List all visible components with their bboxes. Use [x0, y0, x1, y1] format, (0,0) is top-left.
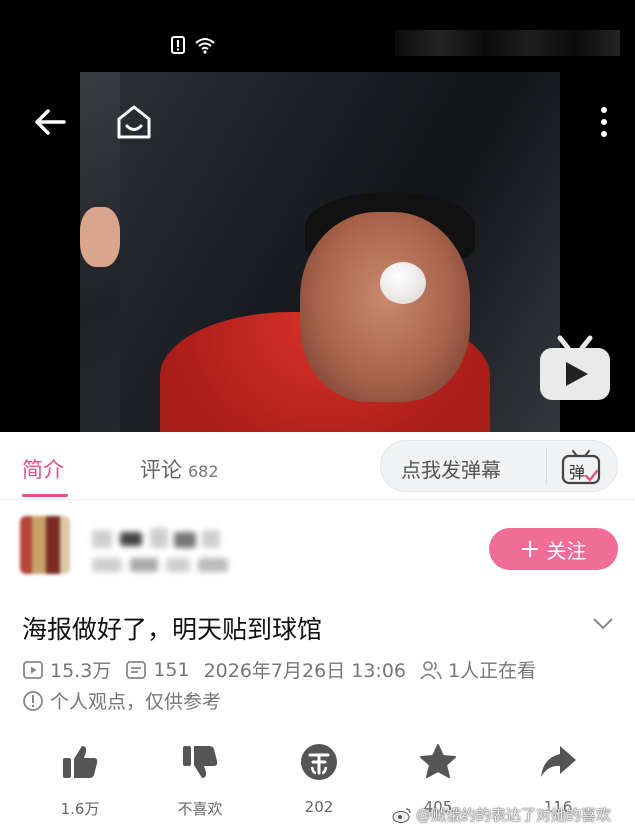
tab-intro[interactable]: 简介 [22, 454, 64, 484]
chevron-down-icon[interactable] [591, 614, 615, 634]
publish-time: 2026年7月26日 13:06 [203, 660, 406, 682]
danmaku-icon-label: 弹 [569, 463, 585, 482]
coin-count: 202 [304, 798, 334, 816]
coin-button[interactable]: 202 [279, 742, 359, 816]
thumbs-up-icon [63, 746, 98, 778]
info-icon [23, 690, 43, 711]
play-button[interactable] [538, 334, 612, 402]
dislike-button[interactable]: 不喜欢 [160, 742, 240, 819]
video-title: 海报做好了，明天贴到球馆 [22, 615, 323, 644]
star-icon [420, 744, 456, 778]
watching-count: 1人正在看 [448, 660, 537, 682]
more-options-button[interactable] [592, 104, 616, 140]
video-player[interactable] [0, 0, 635, 432]
disclaimer: 个人观点，仅供参考 [22, 687, 221, 714]
like-count: 1.6万 [60, 800, 100, 818]
home-tv-icon [117, 105, 151, 139]
viewers-icon [420, 660, 442, 680]
coin-icon [301, 744, 337, 780]
weibo-watermark: @贼饿约的表达了对她的喜欢 [392, 804, 611, 825]
status-bar-icons [170, 36, 216, 54]
weibo-logo-icon [392, 807, 411, 823]
plus-icon [521, 541, 538, 557]
danmaku-placeholder: 点我发弹幕 [401, 458, 501, 482]
danmaku-settings-icon[interactable]: 弹 [561, 449, 601, 485]
status-bar-blurred [395, 30, 620, 56]
tab-active-indicator [22, 494, 68, 497]
tab-comments-count: 682 [188, 462, 219, 481]
more-vertical-icon [601, 107, 607, 137]
back-button[interactable] [32, 104, 68, 140]
disclaimer-text: 个人观点，仅供参考 [50, 691, 222, 713]
uploader-name-blurred[interactable] [88, 520, 238, 580]
follow-button[interactable]: 关注 [489, 528, 618, 570]
dislike-label: 不喜欢 [177, 800, 223, 818]
danmaku-input[interactable]: 点我发弹幕 弹 [380, 440, 618, 492]
home-button[interactable] [114, 102, 154, 142]
danmaku-divider [546, 449, 547, 485]
follow-label: 关注 [546, 538, 587, 563]
tab-comments-label: 评论 [140, 458, 182, 482]
sim-alert-icon [171, 36, 185, 54]
share-icon [541, 746, 576, 777]
wifi-icon [195, 38, 215, 54]
tab-comments[interactable]: 评论 682 [140, 454, 219, 484]
uploader-avatar[interactable] [20, 516, 70, 574]
arrow-left-icon [35, 109, 66, 135]
tab-bar: 简介 评论 682 点我发弹幕 弹 [0, 432, 635, 500]
thumbs-down-icon [183, 746, 218, 778]
view-count: 15.3万 [50, 660, 112, 682]
watermark-text: @贼饿约的表达了对她的喜欢 [416, 806, 612, 824]
danmaku-count: 151 [153, 658, 190, 681]
play-count-icon [23, 660, 43, 679]
like-button[interactable]: 1.6万 [40, 742, 120, 819]
bilibili-tv-play-icon [540, 335, 610, 400]
danmaku-count-icon [126, 660, 147, 679]
video-meta: 15.3万 151 2026年7月26日 13:06 1人正在看 [22, 656, 536, 683]
